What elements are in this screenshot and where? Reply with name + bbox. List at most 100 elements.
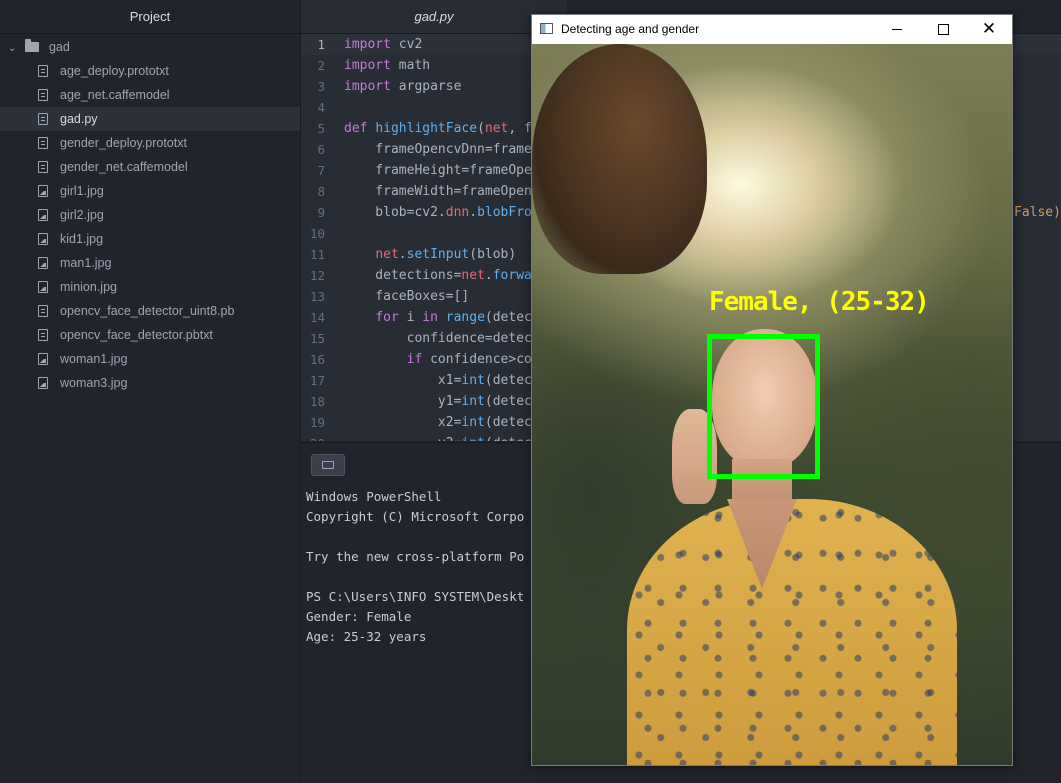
line-number: 15 [309,331,325,346]
text-file-icon [38,89,48,101]
code-text: import math [344,58,431,73]
close-button[interactable]: ✕ [966,15,1012,44]
file-label: gender_deploy.prototxt [60,136,187,150]
tree-file-item[interactable]: age_net.caffemodel [0,83,300,107]
prediction-label: Female, (25-32) [709,287,930,317]
code-text: import cv2 [344,37,423,52]
line-number: 14 [309,310,325,325]
terminal-line: Try the new cross-platform Po [306,549,525,564]
file-label: gad.py [60,112,98,126]
tree-file-item[interactable]: woman1.jpg [0,347,300,371]
line-number: 17 [309,373,325,388]
terminal-line: PS C:\Users\INFO SYSTEM\Deskt [306,589,525,604]
line-number: 4 [317,100,325,115]
image-file-icon [38,185,48,197]
text-file-icon [38,329,48,341]
code-text: frameHeight=frameOpe [344,163,532,178]
tree-file-item[interactable]: man1.jpg [0,251,300,275]
line-number: 18 [309,394,325,409]
code-text: frameOpencvDnn=frame [344,142,532,157]
line-number: 3 [317,79,325,94]
image-canvas: Female, (25-32) [532,44,1012,765]
chevron-down-icon[interactable]: ⌄ [8,37,22,61]
tree-folder-gad[interactable]: ⌄ gad [0,35,300,59]
text-file-icon [38,65,48,77]
file-label: opencv_face_detector_uint8.pb [60,304,235,318]
code-text: if confidence>con [406,352,540,367]
line-number: 9 [317,205,325,220]
terminal-line: Gender: Female [306,609,412,624]
maximize-button[interactable] [920,15,966,44]
text-file-icon [38,137,48,149]
line-number: 13 [309,289,325,304]
code-text: frameWidth=frameOpen [344,184,532,199]
line-number: 10 [309,226,325,241]
code-text: x2=int(detect [344,415,540,430]
file-label: opencv_face_detector.pbtxt [60,328,213,342]
code-text: net.setInput(blob) [375,247,517,262]
code-text: y2=int(detect [344,433,540,441]
project-tree-panel: Project ⌄ gad age_deploy.prototxt age_net… [0,0,301,782]
image-file-icon [38,281,48,293]
code-text: confidence=detect [344,331,540,346]
folder-icon [25,39,40,52]
tree-file-item[interactable]: opencv_face_detector_uint8.pb [0,299,300,323]
file-label: girl1.jpg [60,184,104,198]
line-number: 11 [309,247,325,262]
tree-file-item[interactable]: age_deploy.prototxt [0,59,300,83]
tree-file-item[interactable]: minion.jpg [0,275,300,299]
file-label: kid1.jpg [60,232,104,246]
code-text: def highlightFace(net, f [344,121,532,136]
code-text: faceBoxes=[] [344,289,470,304]
tree-file-item[interactable]: gender_net.caffemodel [0,155,300,179]
folder-label: gad [48,40,70,54]
image-file-icon [38,377,48,389]
tab-gad-py[interactable]: gad.py [301,0,567,33]
tree-file-item[interactable]: woman3.jpg [0,371,300,395]
tree-file-item[interactable]: gad.py [0,107,300,131]
file-label: girl2.jpg [60,208,104,222]
window-title: Detecting age and gender [561,22,700,36]
terminal-keyboard-button[interactable] [311,454,345,476]
window-titlebar[interactable]: Detecting age and gender ✕ [532,15,1012,44]
app-icon [540,23,553,34]
line-number: 20 [301,433,325,441]
tree-file-item[interactable]: girl1.jpg [0,179,300,203]
face-bounding-box [707,334,820,479]
line-number: 8 [317,184,325,199]
line-number: 7 [317,163,325,178]
file-list: age_deploy.prototxt age_net.caffemodelgad… [0,59,300,395]
code-text: import argparse [344,79,462,94]
minimize-button[interactable] [874,15,920,44]
tree-file-item[interactable]: girl2.jpg [0,203,300,227]
tree-file-item[interactable]: kid1.jpg [0,227,300,251]
keyboard-icon [322,461,334,469]
terminal-line: Age: 25-32 years [306,629,427,644]
terminal-line: Copyright (C) Microsoft Corpo [306,509,525,524]
file-label: woman1.jpg [60,352,128,366]
terminal-output: Windows PowerShell Copyright (C) Microsof… [306,487,524,647]
line-number: 1 [317,37,325,52]
file-label: age_net.caffemodel [60,88,170,102]
image-file-icon [38,353,48,365]
image-file-icon [38,257,48,269]
file-label: woman3.jpg [60,376,128,390]
photo-hair [532,44,707,274]
panel-title: Project [0,0,300,34]
file-label: age_deploy.prototxt [60,64,169,78]
line-number: 2 [317,58,325,73]
text-file-icon [38,113,48,125]
image-file-icon [38,233,48,245]
line-number: 12 [309,268,325,283]
line-number: 6 [317,142,325,157]
opencv-window[interactable]: Detecting age and gender ✕ Female, (25-3… [531,14,1013,766]
maximize-icon [937,23,949,35]
tree-file-item[interactable]: opencv_face_detector.pbtxt [0,323,300,347]
line-number: 5 [317,121,325,136]
file-label: minion.jpg [60,280,117,294]
code-text: y1=int(detect [344,394,540,409]
text-file-icon [38,161,48,173]
tree-file-item[interactable]: gender_deploy.prototxt [0,131,300,155]
